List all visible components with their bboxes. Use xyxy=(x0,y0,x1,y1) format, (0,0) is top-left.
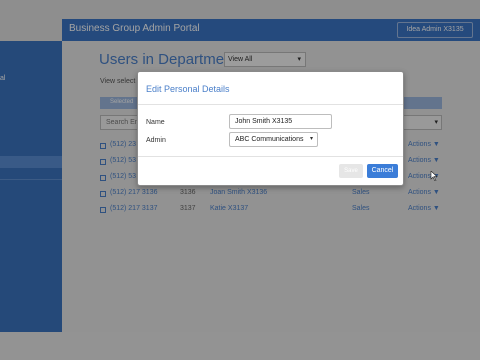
name-input[interactable]: John Smith X3135 xyxy=(229,114,332,129)
name-label: Name xyxy=(146,119,165,126)
chevron-down-icon: ▾ xyxy=(309,136,313,142)
save-button[interactable]: Save xyxy=(339,164,363,178)
admin-select[interactable]: ABC Communications ▾ xyxy=(229,132,318,147)
divider xyxy=(138,104,403,105)
dialog-title: Edit Personal Details xyxy=(146,84,230,94)
mouse-pointer-icon xyxy=(430,171,438,181)
admin-select-value: ABC Communications xyxy=(235,136,304,143)
cancel-button[interactable]: Cancel xyxy=(367,164,398,178)
divider xyxy=(138,156,403,157)
edit-personal-details-dialog: Edit Personal Details Name John Smith X3… xyxy=(137,71,404,186)
admin-label: Admin xyxy=(146,137,166,144)
